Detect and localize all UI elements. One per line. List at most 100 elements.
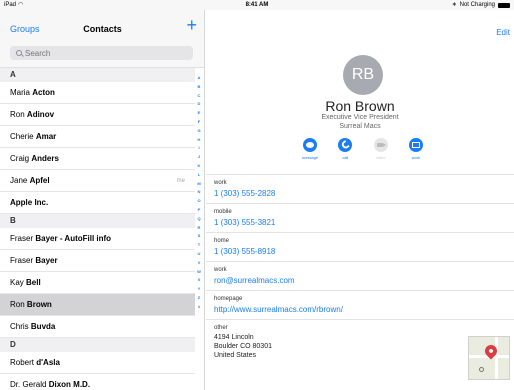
contact-row[interactable]: Maria Acton bbox=[0, 82, 195, 104]
index-letter[interactable]: # bbox=[194, 303, 204, 312]
email-link[interactable]: ron@surrealmacs.com bbox=[214, 276, 295, 285]
contact-row[interactable]: Robert d'Asla bbox=[0, 352, 195, 374]
section-header: A bbox=[0, 68, 195, 82]
add-contact-button[interactable]: + bbox=[186, 15, 197, 35]
search-field[interactable] bbox=[10, 46, 193, 60]
index-letter[interactable]: O bbox=[194, 197, 204, 206]
work-phone-link[interactable]: 1 (303) 555-2828 bbox=[214, 189, 275, 198]
search-bar bbox=[0, 44, 204, 68]
address-label: other bbox=[214, 325, 228, 331]
mail-button[interactable]: work bbox=[404, 138, 428, 160]
contact-first-name: Ron bbox=[10, 110, 25, 119]
contact-row[interactable]: Craig Anders bbox=[0, 148, 195, 170]
avatar: RB bbox=[343, 55, 383, 95]
contact-row[interactable]: Jane Apfel me bbox=[0, 170, 195, 192]
phone-field-mobile: mobile 1 (303) 555-3821 bbox=[206, 204, 514, 233]
index-letter[interactable]: C bbox=[194, 92, 204, 101]
quick-actions: message call video work bbox=[298, 138, 428, 160]
contact-first-name: Robert bbox=[10, 358, 35, 367]
index-letter[interactable]: G bbox=[194, 127, 204, 136]
index-letter[interactable]: S bbox=[194, 232, 204, 241]
contact-row[interactable]: Ron Adinov bbox=[0, 104, 195, 126]
phone-field-work: work 1 (303) 555-2828 bbox=[206, 175, 514, 204]
section-index-bar[interactable]: A B C D E F G H I J K L M N O P Q R S T U V W X Y Z # bbox=[194, 74, 204, 312]
contact-last-name: Dixon M.D. bbox=[48, 380, 91, 389]
contact-row[interactable]: Kay Bell bbox=[0, 272, 195, 294]
contact-last-name: d'Asla bbox=[36, 358, 60, 367]
index-letter[interactable]: Z bbox=[194, 294, 204, 303]
contact-first-name: Cherie bbox=[10, 132, 34, 141]
index-letter[interactable]: F bbox=[194, 118, 204, 127]
contact-row[interactable]: Fraser Bayer - AutoFill info bbox=[0, 228, 195, 250]
index-letter[interactable]: Y bbox=[194, 285, 204, 294]
contact-last-name: Anders bbox=[31, 154, 59, 163]
address-line-2: Boulder CO 80301 bbox=[214, 343, 272, 350]
index-letter[interactable]: B bbox=[194, 83, 204, 92]
status-bar: iPad ◠ 8:41 AM ∗ Not Charging bbox=[0, 0, 514, 10]
map-road bbox=[495, 337, 498, 379]
message-label: message bbox=[301, 155, 319, 160]
call-label: call bbox=[342, 155, 349, 160]
index-letter[interactable]: K bbox=[194, 162, 204, 171]
contact-row[interactable]: Fraser Bayer bbox=[0, 250, 195, 272]
index-letter[interactable]: U bbox=[194, 250, 204, 259]
contact-first-name: Maria bbox=[10, 88, 31, 97]
contact-row[interactable]: Ron Brown bbox=[0, 294, 195, 316]
message-icon bbox=[306, 142, 314, 148]
contact-detail-pane: Edit RB Ron Brown Executive Vice Preside… bbox=[206, 10, 514, 390]
edit-button[interactable]: Edit bbox=[496, 28, 510, 37]
index-letter[interactable]: H bbox=[194, 136, 204, 145]
contact-last-name: Brown bbox=[26, 300, 52, 309]
search-input[interactable] bbox=[25, 48, 175, 58]
address-line-3: United States bbox=[214, 352, 257, 359]
contact-last-name: Bayer bbox=[35, 256, 58, 265]
video-button: video bbox=[369, 138, 393, 160]
contact-first-name: Fraser bbox=[10, 256, 34, 265]
contact-row[interactable]: Cherie Amar bbox=[0, 126, 195, 148]
contacts-title: Contacts bbox=[83, 24, 122, 34]
contact-last-name: Adinov bbox=[26, 110, 55, 119]
field-label: mobile bbox=[214, 209, 232, 215]
index-letter[interactable]: R bbox=[194, 224, 204, 233]
index-letter[interactable]: D bbox=[194, 100, 204, 109]
homepage-link[interactable]: http://www.surrealmacs.com/rbrown/ bbox=[214, 305, 343, 314]
index-letter[interactable]: J bbox=[194, 153, 204, 162]
address-line-1: 4194 Lincoln bbox=[214, 334, 254, 341]
index-letter[interactable]: M bbox=[194, 180, 204, 189]
index-letter[interactable]: T bbox=[194, 241, 204, 250]
index-letter[interactable]: X bbox=[194, 276, 204, 285]
mobile-phone-link[interactable]: 1 (303) 555-3821 bbox=[214, 218, 275, 227]
index-letter[interactable]: E bbox=[194, 109, 204, 118]
index-letter[interactable]: Q bbox=[194, 215, 204, 224]
contacts-list-pane: Groups Contacts + AMaria ActonRon Adinov… bbox=[0, 10, 205, 390]
index-letter[interactable]: N bbox=[194, 188, 204, 197]
contact-row[interactable]: Apple Inc. bbox=[0, 192, 195, 214]
index-letter[interactable]: W bbox=[194, 268, 204, 277]
charging-status: Not Charging bbox=[459, 2, 495, 8]
call-button[interactable]: call bbox=[333, 138, 357, 160]
phone-icon bbox=[340, 140, 351, 150]
contact-first-name: Ron bbox=[10, 300, 25, 309]
home-phone-link[interactable]: 1 (303) 555-8918 bbox=[214, 247, 275, 256]
contact-name: Ron Brown bbox=[325, 98, 395, 114]
index-letter[interactable]: V bbox=[194, 259, 204, 268]
contact-first-name: Jane bbox=[10, 176, 28, 185]
mail-label: work bbox=[411, 155, 421, 160]
status-right: ∗ Not Charging bbox=[452, 0, 510, 10]
contact-last-name: Apple Inc. bbox=[10, 198, 49, 207]
index-letter[interactable]: A bbox=[194, 74, 204, 83]
company-name: Surreal Macs bbox=[339, 123, 381, 130]
contact-row[interactable]: Dr. Gerald Dixon M.D. bbox=[0, 374, 195, 390]
map-thumbnail[interactable] bbox=[468, 336, 510, 380]
section-header: B bbox=[0, 214, 195, 228]
message-button[interactable]: message bbox=[298, 138, 322, 160]
contact-first-name: Chris bbox=[10, 322, 29, 331]
index-letter[interactable]: I bbox=[194, 144, 204, 153]
bluetooth-icon: ∗ bbox=[451, 2, 457, 8]
contact-row[interactable]: Chris Buvda bbox=[0, 316, 195, 338]
mail-icon bbox=[411, 142, 420, 148]
index-letter[interactable]: P bbox=[194, 206, 204, 215]
contact-list: A Maria Acton Ron Adinov Cherie Amar Craig A… bbox=[0, 68, 195, 390]
contact-last-name: Buvda bbox=[30, 322, 56, 331]
index-letter[interactable]: L bbox=[194, 171, 204, 180]
